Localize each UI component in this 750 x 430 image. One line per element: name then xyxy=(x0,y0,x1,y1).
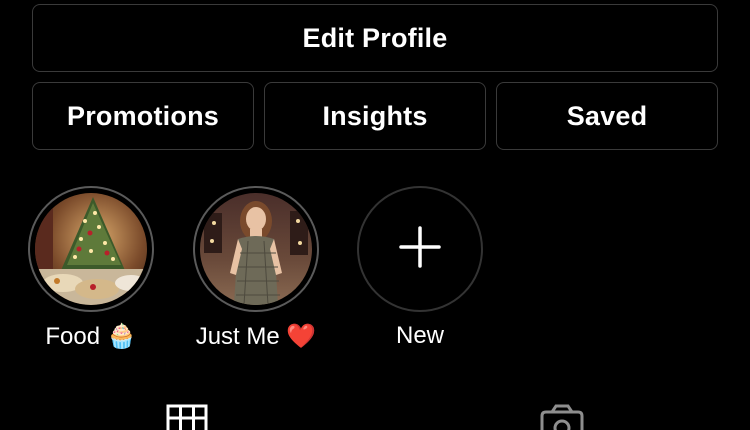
highlight-label: Food 🧁 xyxy=(45,323,137,350)
highlight-ring xyxy=(28,186,154,312)
saved-button[interactable]: Saved xyxy=(496,82,718,150)
highlight-just-me[interactable]: Just Me ❤️ xyxy=(191,186,321,351)
insights-button[interactable]: Insights xyxy=(264,82,486,150)
highlight-label: Just Me ❤️ xyxy=(195,323,317,350)
edit-profile-button[interactable]: Edit Profile xyxy=(32,4,718,72)
person-portrait-photo xyxy=(200,193,312,305)
plus-icon xyxy=(398,225,442,274)
new-highlight-button[interactable]: New xyxy=(355,186,485,350)
christmas-tree-food-image xyxy=(35,193,147,305)
person-portrait-image xyxy=(200,193,312,305)
highlight-food[interactable]: Food 🧁 xyxy=(26,186,156,351)
grid-icon[interactable] xyxy=(166,404,208,430)
promotions-button[interactable]: Promotions xyxy=(32,82,254,150)
profile-screen: Edit Profile Promotions Insights Saved F… xyxy=(0,0,750,430)
highlight-label: New xyxy=(395,322,444,349)
highlight-ring xyxy=(193,186,319,312)
highlight-ring xyxy=(357,186,483,312)
christmas-tree-food-photo xyxy=(35,193,147,305)
tagged-camera-icon[interactable] xyxy=(538,404,586,430)
